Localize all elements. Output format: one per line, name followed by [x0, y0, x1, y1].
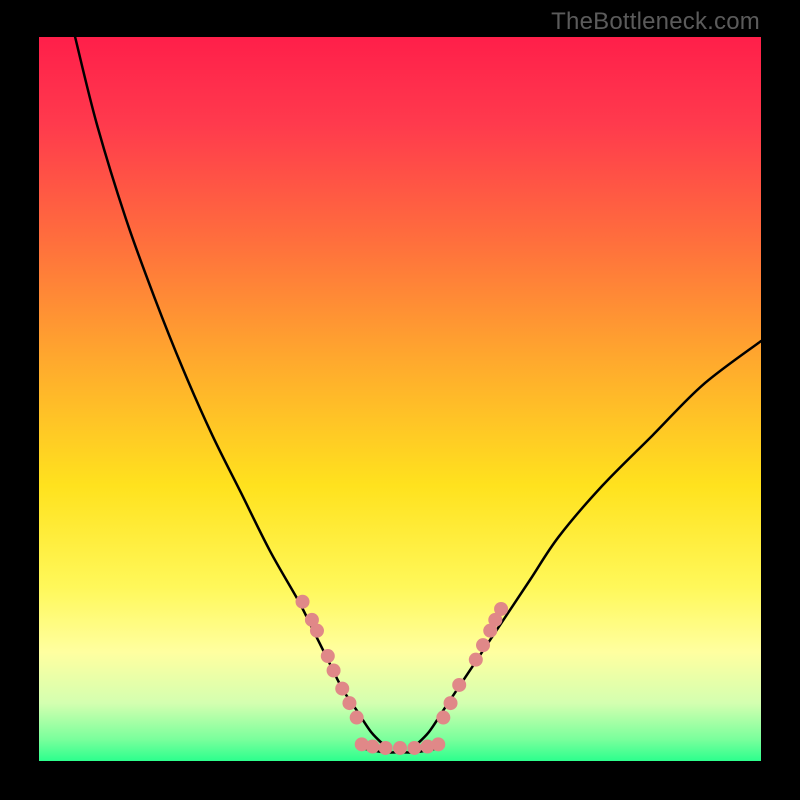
marker-dot: [407, 741, 421, 755]
marker-dot: [350, 711, 364, 725]
marker-dot: [393, 741, 407, 755]
marker-dot: [431, 737, 445, 751]
marker-dot: [335, 682, 349, 696]
series-left-curve: [75, 37, 385, 747]
marker-dot: [444, 696, 458, 710]
watermark-text: TheBottleneck.com: [551, 8, 760, 36]
marker-dot: [469, 653, 483, 667]
marker-dot: [296, 595, 310, 609]
marker-dot: [476, 638, 490, 652]
marker-dot: [452, 678, 466, 692]
chart-frame: TheBottleneck.com: [0, 0, 800, 800]
plot-area: [39, 37, 761, 761]
chart-curves: [39, 37, 761, 761]
marker-dot: [327, 664, 341, 678]
marker-dot: [342, 696, 356, 710]
marker-dot: [436, 711, 450, 725]
marker-dot: [366, 740, 380, 754]
series-right-curve: [414, 341, 761, 746]
marker-dot: [321, 649, 335, 663]
marker-dot: [379, 741, 393, 755]
marker-dot: [310, 624, 324, 638]
marker-dot: [494, 602, 508, 616]
